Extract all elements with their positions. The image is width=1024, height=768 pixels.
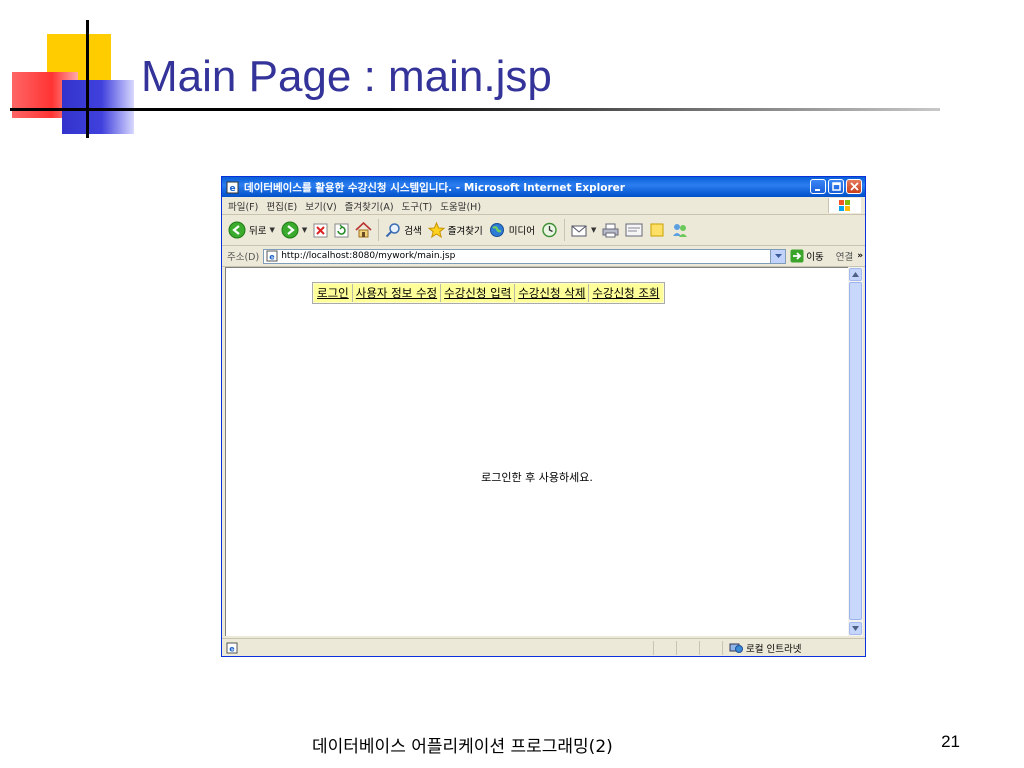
status-text-cell [238, 641, 654, 655]
address-dropdown-icon[interactable] [770, 249, 786, 263]
chevron-up-icon [852, 272, 859, 277]
status-cell [700, 641, 723, 655]
media-label: 미디어 [508, 226, 535, 237]
menu-file[interactable]: 파일(F) [228, 199, 258, 213]
slide-title: Main Page : main.jsp [141, 52, 552, 101]
chevron-down-icon [852, 626, 859, 631]
note-icon [650, 223, 664, 237]
slide-footer: 데이터베이스 어플리케이션 프로그래밍(2) [312, 737, 613, 757]
status-cell [654, 641, 677, 655]
media-globe-icon [489, 223, 504, 237]
search-button[interactable]: 검색 [385, 222, 422, 238]
status-cell [677, 641, 700, 655]
menu-tools[interactable]: 도구(T) [402, 199, 433, 213]
forward-button[interactable]: ▼ [281, 221, 307, 239]
scroll-up-button[interactable] [849, 268, 862, 281]
toolbar-separator [378, 219, 380, 241]
history-button[interactable] [541, 222, 558, 238]
favorites-label: 즐겨찾기 [447, 226, 483, 237]
history-icon [542, 222, 557, 238]
decor-blue-square [62, 80, 134, 134]
refresh-button[interactable] [334, 223, 349, 238]
edit-icon [625, 223, 643, 237]
chevron-right-icon[interactable]: » [857, 251, 863, 261]
menu-edit[interactable]: 편집(E) [266, 199, 297, 213]
discuss-button[interactable] [649, 222, 665, 238]
nav-enroll-delete[interactable]: 수강신청 삭제 [514, 284, 589, 302]
favorites-button[interactable]: 즐겨찾기 [427, 222, 483, 238]
forward-dropdown-icon[interactable]: ▼ [302, 226, 307, 234]
page-icon: e [266, 250, 278, 262]
messenger-icon [673, 224, 688, 237]
security-zone-label: 로컬 인트라넷 [746, 644, 802, 655]
slide-page-number: 21 [941, 732, 960, 751]
menu-view[interactable]: 보기(V) [305, 199, 336, 213]
svg-text:e: e [229, 644, 235, 653]
maximize-button[interactable] [828, 179, 844, 194]
menu-help[interactable]: 도움말(H) [440, 199, 481, 213]
security-zone: 로컬 인트라넷 [729, 641, 801, 655]
favorites-star-icon [427, 222, 445, 238]
browser-menubar: 파일(F) 편집(E) 보기(V) 즐겨찾기(A) 도구(T) 도움말(H) [222, 197, 865, 215]
back-button[interactable]: 뒤로 ▼ [228, 221, 275, 239]
browser-window: e 데이터베이스를 활용한 수강신청 시스템입니다. - Microsoft I… [221, 176, 866, 657]
status-bar: e 로컬 인트라넷 [222, 638, 865, 657]
go-label: 이동 [806, 252, 824, 263]
minimize-icon [815, 188, 820, 191]
nav-edit-user-info[interactable]: 사용자 정보 수정 [351, 284, 441, 302]
decor-vertical-line [86, 20, 89, 138]
close-icon [849, 182, 859, 191]
page-content: 로그인 사용자 정보 수정 수강신청 입력 수강신청 삭제 수강신청 조회 로그… [225, 267, 848, 636]
nav-login[interactable]: 로그인 [314, 284, 352, 302]
home-icon [355, 222, 372, 238]
back-arrow-icon [228, 221, 246, 239]
media-button[interactable]: 미디어 [489, 222, 535, 238]
go-button[interactable]: 이동 [790, 249, 824, 263]
back-dropdown-icon[interactable]: ▼ [269, 226, 274, 234]
search-icon [386, 223, 401, 238]
links-label[interactable]: 연결 [836, 249, 853, 263]
toolbar-separator [563, 219, 565, 241]
scroll-thumb[interactable] [849, 282, 862, 620]
print-button[interactable] [602, 223, 619, 238]
ie-page-icon: e [226, 181, 239, 194]
svg-text:e: e [229, 184, 235, 194]
stop-button[interactable] [313, 223, 328, 238]
login-required-message: 로그인한 후 사용하세요. [481, 471, 593, 484]
home-button[interactable] [355, 222, 372, 238]
search-label: 검색 [404, 226, 422, 237]
site-nav: 로그인 사용자 정보 수정 수강신청 입력 수강신청 삭제 수강신청 조회 [312, 282, 665, 304]
svg-text:e: e [270, 253, 276, 262]
mail-icon [571, 225, 587, 236]
go-arrow-icon [790, 249, 804, 263]
menu-favorites[interactable]: 즐겨찾기(A) [345, 199, 394, 213]
address-url: http://localhost:8080/mywork/main.jsp [281, 251, 456, 261]
scroll-down-button[interactable] [849, 622, 862, 635]
minimize-button[interactable] [810, 179, 826, 194]
nav-enroll-input[interactable]: 수강신청 입력 [440, 284, 515, 302]
back-label: 뒤로 [249, 226, 267, 237]
intranet-icon [729, 643, 743, 653]
address-input[interactable]: e http://localhost:8080/mywork/main.jsp [263, 248, 787, 264]
close-button[interactable] [846, 179, 862, 194]
maximize-icon [831, 182, 841, 191]
print-icon [602, 223, 619, 237]
mail-button[interactable]: ▼ [571, 223, 596, 238]
nav-enroll-view[interactable]: 수강신청 조회 [588, 284, 663, 302]
address-label: 주소(D) [227, 252, 260, 263]
forward-arrow-icon [281, 221, 299, 239]
mail-dropdown-icon[interactable]: ▼ [591, 226, 596, 234]
browser-toolbar: 뒤로 ▼ ▼ 검색 즐겨찾기 미디어 ▼ [222, 215, 865, 246]
status-page-icon: e [226, 639, 238, 657]
browser-title: 데이터베이스를 활용한 수강신청 시스템입니다. - Microsoft Int… [244, 181, 625, 194]
messenger-button[interactable] [671, 222, 689, 238]
decor-horizontal-line [10, 108, 940, 111]
browser-titlebar[interactable]: e 데이터베이스를 활용한 수강신청 시스템입니다. - Microsoft I… [222, 177, 865, 197]
edit-button[interactable] [625, 223, 643, 237]
address-bar: 주소(D) e http://localhost:8080/mywork/mai… [222, 246, 865, 267]
windows-logo-icon [828, 198, 861, 213]
vertical-scrollbar[interactable] [848, 267, 863, 636]
stop-icon [313, 223, 328, 237]
refresh-icon [334, 223, 349, 237]
